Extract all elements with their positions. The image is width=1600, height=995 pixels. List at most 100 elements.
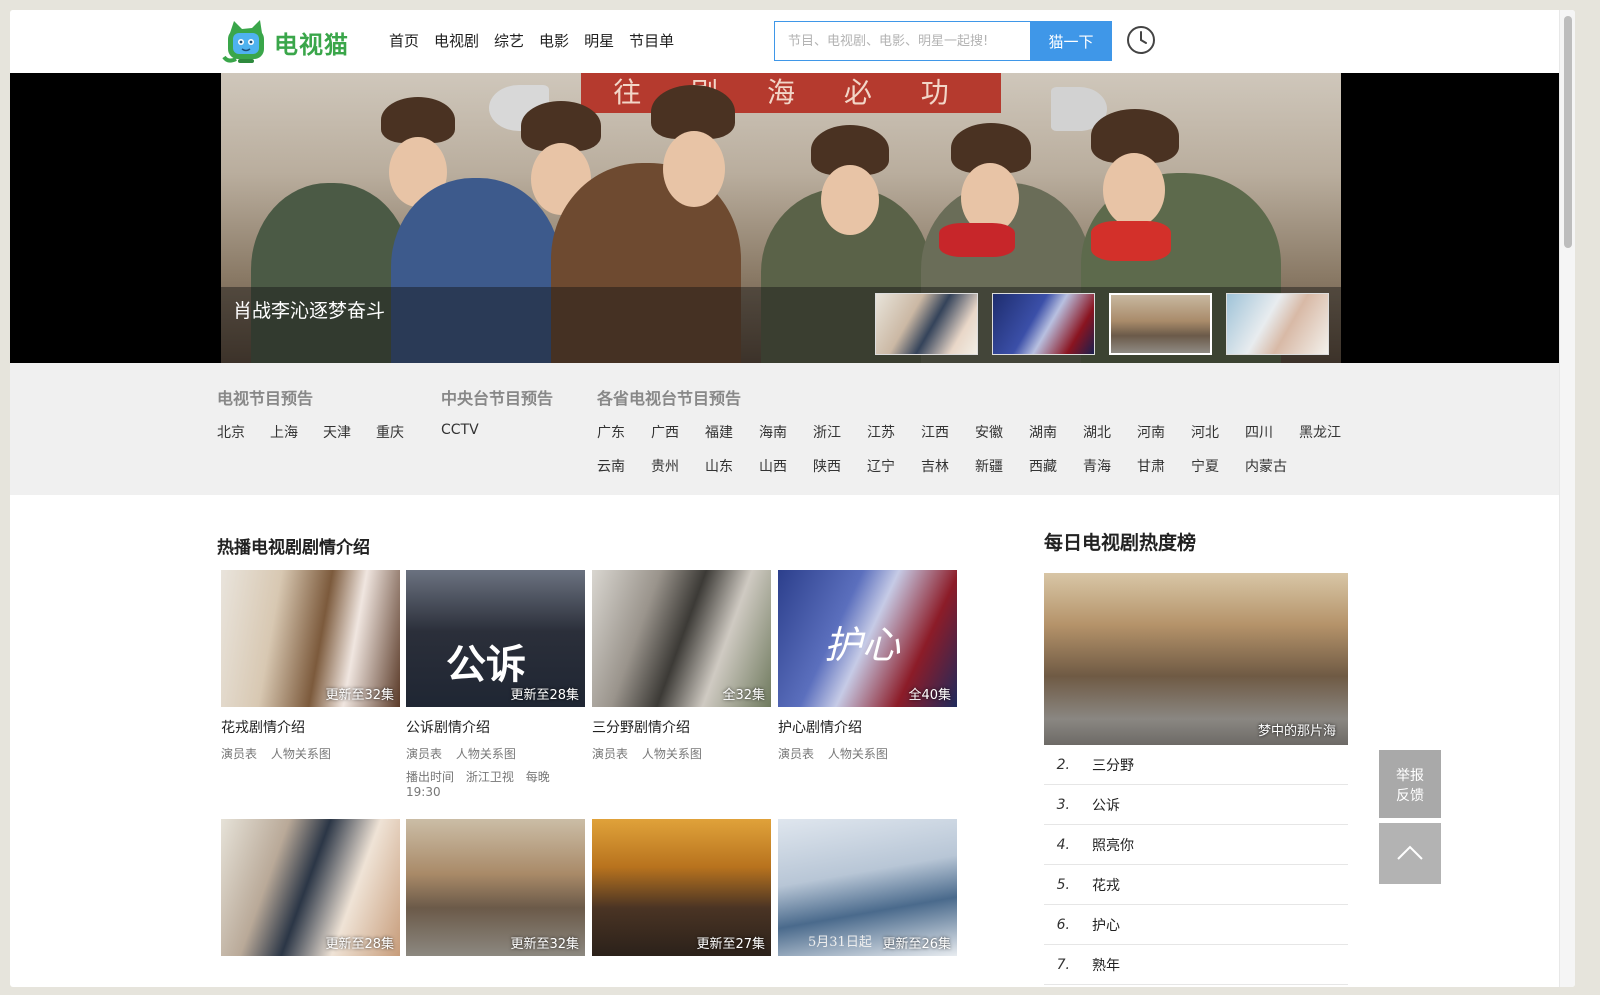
drama-card: 公诉 更新至28集 公诉剧情介绍 演员表 人物关系图 播出时间 浙江卫视 每晚1… [406, 570, 585, 799]
logo-text: 电视猫 [274, 30, 349, 59]
scrollbar-thumb[interactable] [1564, 16, 1572, 248]
province-preview-link[interactable]: 新疆 [975, 456, 1029, 476]
clock-icon[interactable] [1126, 25, 1156, 55]
banner-thumb-2[interactable] [992, 293, 1095, 355]
site-logo[interactable]: 电视猫 [222, 17, 358, 67]
search-input[interactable] [774, 21, 1030, 61]
search-button[interactable]: 猫一下 [1030, 21, 1112, 61]
province-preview-link[interactable]: 甘肃 [1137, 456, 1191, 476]
province-preview-link[interactable]: 山西 [759, 456, 813, 476]
province-preview-link[interactable]: 云南 [597, 456, 651, 476]
province-preview-link[interactable]: 福建 [705, 422, 759, 442]
drama-poster[interactable]: 护心 全40集 [778, 570, 957, 707]
drama-title[interactable]: 花戎剧情介绍 [221, 717, 400, 737]
preview-link-tianjin[interactable]: 天津 [323, 422, 376, 442]
poster-title-text: 护心 [824, 623, 901, 667]
back-to-top-button[interactable] [1379, 823, 1441, 884]
rank-number: 3. [1056, 796, 1070, 813]
drama-poster[interactable]: 公诉 更新至28集 [406, 570, 585, 707]
nav-schedule[interactable]: 节目单 [629, 30, 674, 51]
province-preview-link[interactable]: 湖南 [1029, 422, 1083, 442]
province-preview-link[interactable]: 河北 [1191, 422, 1245, 442]
nav-home[interactable]: 首页 [389, 30, 419, 51]
drama-title[interactable]: 护心剧情介绍 [778, 717, 957, 737]
banner-thumb-3[interactable] [1109, 293, 1212, 355]
province-preview-link[interactable]: 内蒙古 [1245, 456, 1299, 476]
province-preview-link[interactable]: 辽宁 [867, 456, 921, 476]
province-preview-link[interactable]: 江西 [921, 422, 975, 442]
province-preview-link[interactable]: 黑龙江 [1299, 422, 1353, 442]
report-feedback-button[interactable]: 举报 反馈 [1379, 750, 1441, 818]
province-preview-link[interactable]: 贵州 [651, 456, 705, 476]
drama-card: 更新至28集 [221, 819, 400, 956]
province-preview-link[interactable]: 四川 [1245, 422, 1299, 442]
banner-caption[interactable]: 肖战李沁逐梦奋斗 [233, 296, 385, 323]
province-preview-link[interactable]: 西藏 [1029, 456, 1083, 476]
province-preview-link[interactable]: 广西 [651, 422, 705, 442]
preview-link-shanghai[interactable]: 上海 [270, 422, 323, 442]
cast-link[interactable]: 演员表 [778, 747, 814, 761]
drama-poster[interactable]: 全32集 [592, 570, 771, 707]
drama-card: 更新至32集 [406, 819, 585, 956]
province-preview-link[interactable]: 广东 [597, 422, 651, 442]
nav-tv-series[interactable]: 电视剧 [434, 30, 479, 51]
relations-link[interactable]: 人物关系图 [456, 747, 516, 761]
ranking-top-poster[interactable]: 梦中的那片海 [1044, 573, 1348, 745]
banner-image[interactable]: 往 剧 海 必 功 肖战李沁逐梦奋斗 [221, 73, 1341, 363]
cast-link[interactable]: 演员表 [406, 747, 442, 761]
province-row-2: 云南 贵州 山东 山西 陕西 辽宁 吉林 新疆 西藏 青海 甘肃 宁夏 内蒙古 [597, 456, 1353, 476]
relations-link[interactable]: 人物关系图 [271, 747, 331, 761]
province-preview-link[interactable]: 山东 [705, 456, 759, 476]
ranking-item[interactable]: 2. 三分野 [1044, 745, 1348, 785]
drama-poster[interactable]: 更新至28集 [221, 819, 400, 956]
drama-poster[interactable]: 更新至32集 [221, 570, 400, 707]
ranking-item[interactable]: 6. 护心 [1044, 905, 1348, 945]
province-preview-link[interactable]: 陕西 [813, 456, 867, 476]
banner-sign: 往 剧 海 必 功 [581, 73, 1001, 113]
province-preview-link[interactable]: 江苏 [867, 422, 921, 442]
cctv-preview-group: 中央台节目预告 CCTV [441, 385, 553, 452]
province-preview-link[interactable]: 吉林 [921, 456, 975, 476]
ranking-item[interactable]: 7. 熟年 [1044, 945, 1348, 985]
page-scrollbar[interactable] [1559, 10, 1575, 987]
rank-title: 护心 [1092, 917, 1120, 934]
province-preview-link[interactable]: 青海 [1083, 456, 1137, 476]
province-preview-link[interactable]: 湖北 [1083, 422, 1137, 442]
province-preview-link[interactable]: 浙江 [813, 422, 867, 442]
site-header: 电视猫 首页 电视剧 综艺 电影 明星 节目单 猫一下 [10, 10, 1559, 73]
cast-link[interactable]: 演员表 [221, 747, 257, 761]
ranking-item[interactable]: 4. 照亮你 [1044, 825, 1348, 865]
province-preview-link[interactable]: 宁夏 [1191, 456, 1245, 476]
ranking-item[interactable]: 5. 花戎 [1044, 865, 1348, 905]
episode-badge: 更新至32集 [325, 688, 394, 703]
nav-stars[interactable]: 明星 [584, 30, 614, 51]
episode-badge: 更新至26集 [882, 937, 951, 952]
nav-variety[interactable]: 综艺 [494, 30, 524, 51]
drama-poster[interactable]: 5月31日起 更新至26集 [778, 819, 957, 956]
tv-preview-group: 电视节目预告 北京 上海 天津 重庆 [217, 385, 429, 456]
episode-badge: 全32集 [722, 688, 765, 703]
relations-link[interactable]: 人物关系图 [642, 747, 702, 761]
banner-thumb-4[interactable] [1226, 293, 1329, 355]
province-preview-link[interactable]: 河南 [1137, 422, 1191, 442]
drama-poster[interactable]: 更新至32集 [406, 819, 585, 956]
drama-title[interactable]: 公诉剧情介绍 [406, 717, 585, 737]
preview-link-cctv[interactable]: CCTV [441, 422, 479, 438]
episode-badge: 更新至28集 [325, 937, 394, 952]
preview-link-beijing[interactable]: 北京 [217, 422, 270, 442]
province-preview-link[interactable]: 安徽 [975, 422, 1029, 442]
banner-thumb-1[interactable] [875, 293, 978, 355]
hot-dramas-title: 热播电视剧剧情介绍 [217, 538, 370, 558]
relations-link[interactable]: 人物关系图 [828, 747, 888, 761]
drama-poster[interactable]: 更新至27集 [592, 819, 771, 956]
drama-title[interactable]: 三分野剧情介绍 [592, 717, 771, 737]
ranking-item[interactable]: 3. 公诉 [1044, 785, 1348, 825]
nav-movies[interactable]: 电影 [539, 30, 569, 51]
cast-link[interactable]: 演员表 [592, 747, 628, 761]
ranking-list: 2. 三分野 3. 公诉 4. 照亮你 5. 花戎 6. 护心 7. 熟年 [1044, 745, 1348, 985]
main-nav: 首页 电视剧 综艺 电影 明星 节目单 [389, 30, 689, 51]
province-preview-link[interactable]: 海南 [759, 422, 813, 442]
preview-link-chongqing[interactable]: 重庆 [376, 422, 429, 442]
browser-window: 电视猫 首页 电视剧 综艺 电影 明星 节目单 猫一下 往 剧 海 必 功 [10, 10, 1575, 987]
poster-title-text: 5月31日起 [808, 935, 872, 950]
